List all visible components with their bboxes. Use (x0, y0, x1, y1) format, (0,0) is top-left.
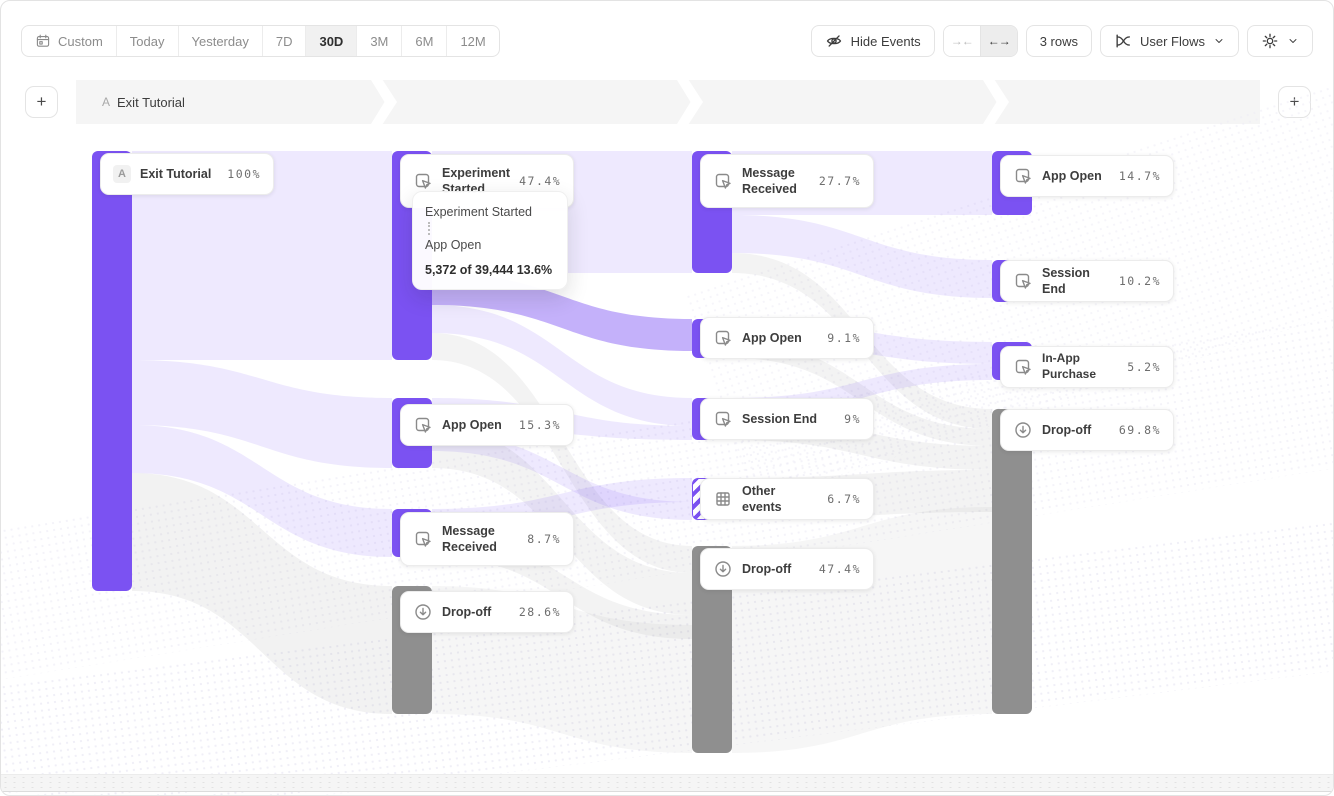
dropoff-icon (413, 602, 433, 622)
event-icon (413, 529, 433, 549)
node-card-message-received-3[interactable]: Message Received 27.7% (700, 154, 874, 208)
tooltip-stat: 5,372 of 39,444 13.6% (425, 263, 555, 277)
tooltip-target-event: App Open (425, 238, 555, 252)
link-dropoff-dropoff4[interactable] (732, 507, 992, 753)
node-card-other-events-3[interactable]: Other events 6.7% (700, 478, 874, 520)
node-card-dropoff-4[interactable]: Drop-off 69.8% (1000, 409, 1174, 451)
event-icon (413, 171, 433, 191)
event-icon (713, 328, 733, 348)
event-icon (1013, 271, 1033, 291)
node-card-dropoff-2[interactable]: Drop-off 28.6% (400, 591, 574, 633)
node-card-dropoff-3[interactable]: Drop-off 47.4% (700, 548, 874, 590)
tooltip-source-event: Experiment Started (425, 205, 555, 219)
node-card-app-open-3[interactable]: App Open 9.1% (700, 317, 874, 359)
node-card-exit-tutorial[interactable]: A Exit Tutorial 100% (100, 153, 274, 195)
node-card-in-app-purchase-4[interactable]: In-App Purchase 5.2% (1000, 346, 1174, 388)
user-flows-app: Custom Today Yesterday 7D 30D 3M 6M 12M … (0, 0, 1334, 796)
dropoff-icon (1013, 420, 1033, 440)
node-card-app-open-2[interactable]: App Open 15.3% (400, 404, 574, 446)
grid-icon (713, 489, 733, 509)
event-icon (1013, 357, 1033, 377)
node-card-message-received-2[interactable]: Message Received 8.7% (400, 512, 574, 566)
link-tooltip: Experiment Started App Open 5,372 of 39,… (412, 191, 568, 290)
tooltip-connector (428, 222, 555, 235)
node-card-app-open-4[interactable]: App Open 14.7% (1000, 155, 1174, 197)
flow-ribbons (1, 1, 1333, 795)
event-icon (713, 409, 733, 429)
node-card-session-end-3[interactable]: Session End 9% (700, 398, 874, 440)
node-bar-exit-tutorial[interactable] (92, 151, 132, 591)
node-bar-dropoff-4[interactable] (992, 409, 1032, 714)
dropoff-icon (713, 559, 733, 579)
event-icon (713, 171, 733, 191)
node-card-session-end-4[interactable]: Session End 10.2% (1000, 260, 1174, 302)
link-message-sessionend[interactable] (732, 215, 992, 298)
event-icon (413, 415, 433, 435)
event-icon (1013, 166, 1033, 186)
step-a-badge: A (113, 165, 131, 183)
